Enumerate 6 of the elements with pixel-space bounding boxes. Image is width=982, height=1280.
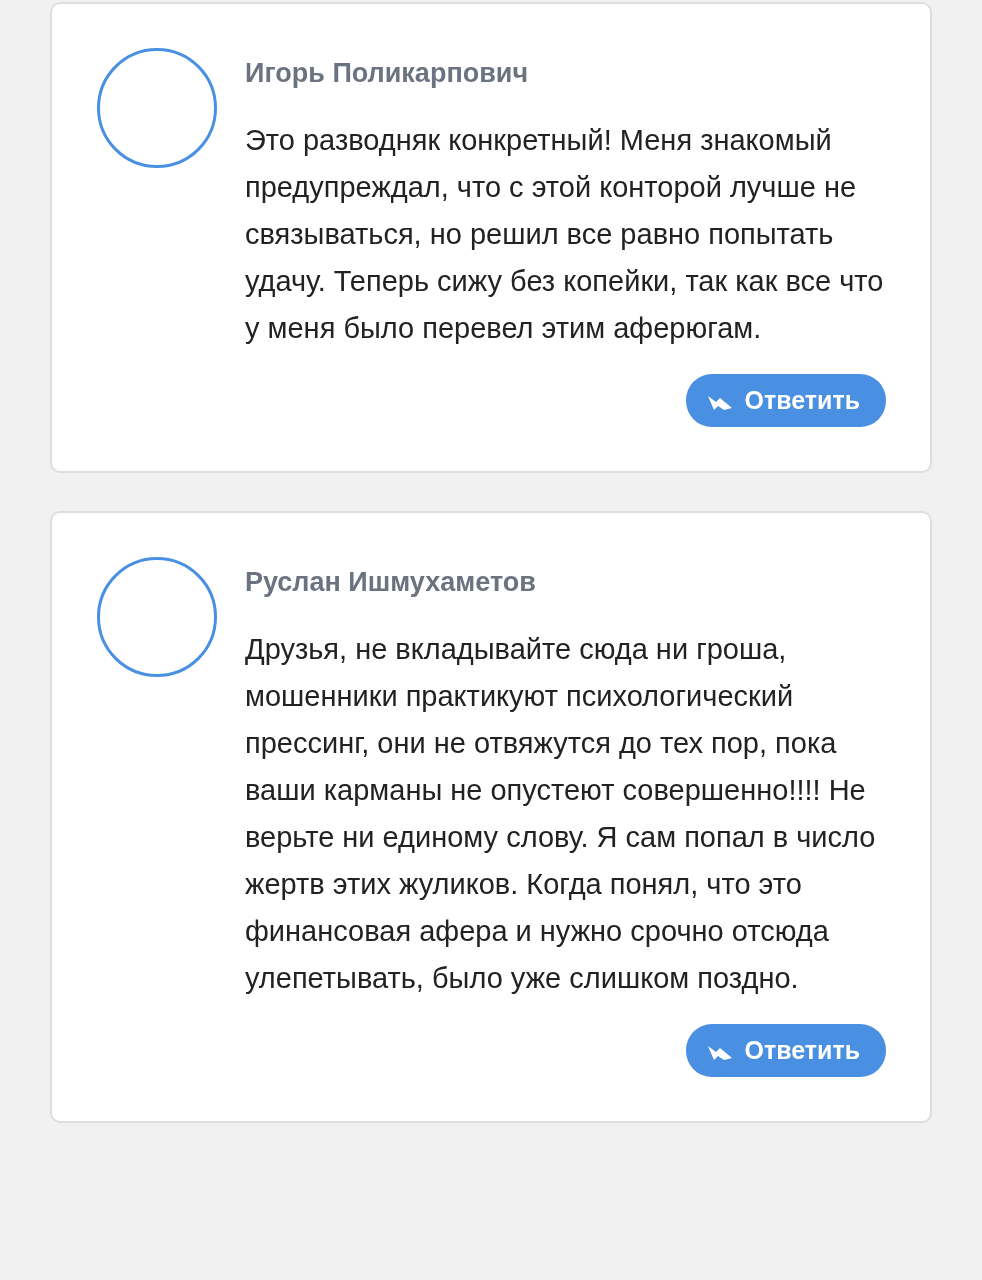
reply-button[interactable]: Ответить [686, 1024, 886, 1077]
author-name: Игорь Поликарпович [245, 58, 530, 89]
author-name: Руслан Ишмухаметов [245, 567, 537, 598]
comment-text: Это разводняк конкретный! Меня знакомый предупреждал, что с этой конторой лучше не связываться, но решил все равно попытать удачу. Теперь сижу без копейки, так как все что у меня было перевел этим аферюгам. [245, 123, 885, 346]
reply-button[interactable]: Ответить [686, 374, 886, 427]
comment-text: Друзья, не вкладывайте сюда ни гроша, мошенники практикуют психологический прессинг, они не отвяжутся до тех пор, пока ваши карманы не опустеют совершенно!!!! Не верьте ни единому слову. Я сам попал в число жертв этих жуликов. Когда понял, что это финансовая афера и нужно срочно отсюда улепетывать, было уже слишком поздно. [245, 632, 877, 996]
